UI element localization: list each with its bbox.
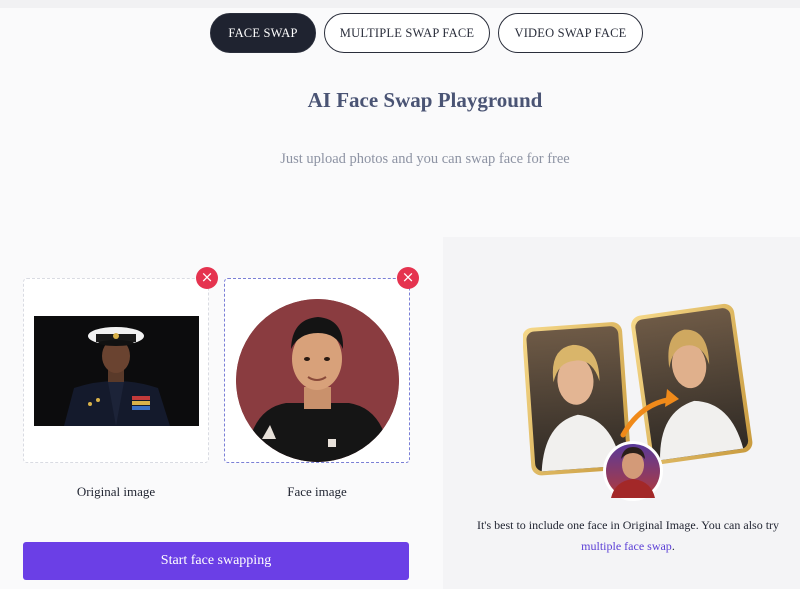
close-icon: × bbox=[200, 268, 214, 286]
original-image-caption: Original image bbox=[76, 484, 156, 499]
original-image-preview bbox=[34, 316, 199, 426]
face-image-caption: Face image bbox=[287, 484, 347, 499]
tip-message: It's best to include one face in Origina… bbox=[476, 518, 780, 532]
tip-suffix: . bbox=[671, 539, 675, 553]
page-subtitle: Just upload photos and you can swap face… bbox=[280, 151, 570, 167]
face-image-preview bbox=[236, 299, 399, 462]
tip-text: It's best to include one face in Origina… bbox=[463, 515, 793, 557]
tab-video-swap-face[interactable]: VIDEO SWAP FACE bbox=[498, 13, 643, 53]
face-image-upload[interactable] bbox=[224, 278, 410, 463]
multiple-face-swap-link[interactable]: multiple face swap bbox=[581, 539, 672, 553]
page-title: AI Face Swap Playground bbox=[307, 88, 543, 112]
top-strip bbox=[0, 0, 800, 8]
face-swap-example-illustration bbox=[523, 303, 753, 501]
close-icon: × bbox=[401, 268, 415, 286]
tab-face-swap[interactable]: FACE SWAP bbox=[210, 13, 316, 53]
tab-multiple-swap-face[interactable]: MULTIPLE SWAP FACE bbox=[324, 13, 490, 53]
remove-original-image-button[interactable]: × bbox=[196, 267, 218, 289]
remove-face-image-button[interactable]: × bbox=[397, 267, 419, 289]
example-panel: It's best to include one face in Origina… bbox=[443, 237, 800, 589]
mode-tabs: FACE SWAP MULTIPLE SWAP FACE VIDEO SWAP … bbox=[210, 13, 643, 53]
start-face-swapping-button[interactable]: Start face swapping bbox=[23, 542, 409, 580]
original-image-upload[interactable] bbox=[23, 278, 209, 463]
